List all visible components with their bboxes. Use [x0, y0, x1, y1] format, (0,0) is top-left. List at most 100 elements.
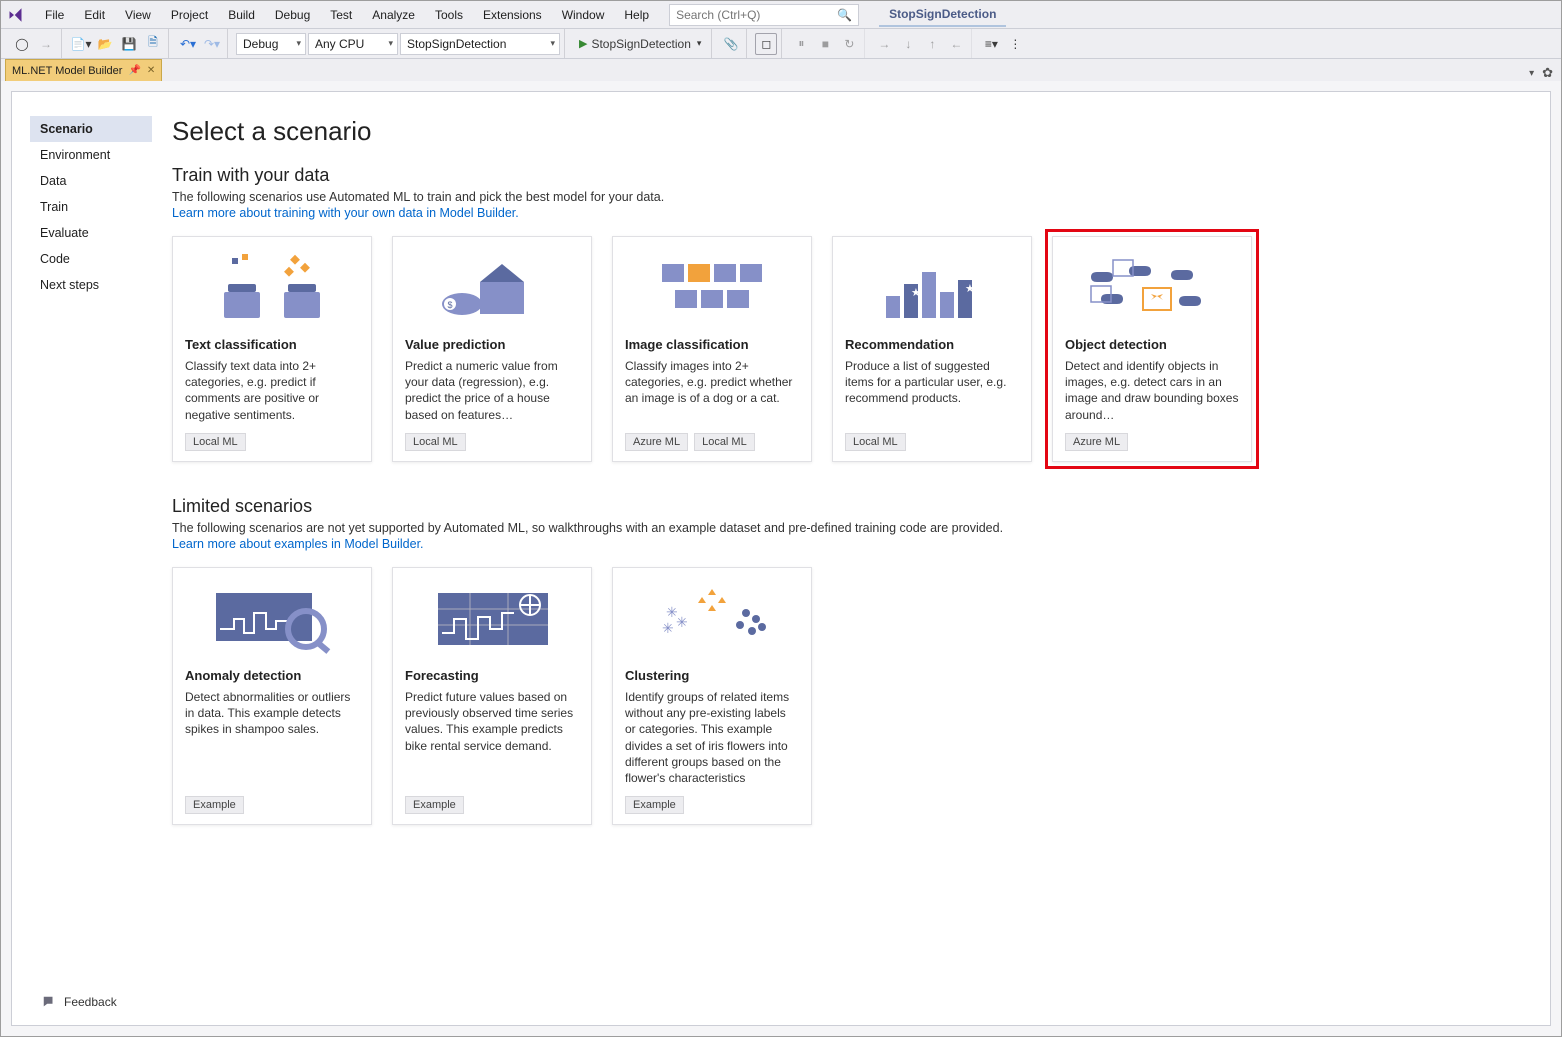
section1-link[interactable]: Learn more about training with your own …	[172, 206, 1520, 220]
scenario-tag: Example	[405, 796, 464, 814]
menu-items: FileEditViewProjectBuildDebugTestAnalyze…	[35, 4, 659, 26]
scenario-card-text-classification[interactable]: Text classificationClassify text data in…	[172, 236, 372, 462]
scenario-tag: Local ML	[405, 433, 466, 451]
scenario-description: Detect abnormalities or outliers in data…	[185, 689, 359, 786]
scenario-card-object-detection[interactable]: Object detectionDetect and identify obje…	[1052, 236, 1252, 462]
close-icon[interactable]: ✕	[147, 65, 155, 76]
svg-text:★: ★	[965, 283, 975, 295]
scenario-card-clustering[interactable]: ✳✳✳ ClusteringIdentify groups of related…	[612, 567, 812, 825]
redo-button[interactable]: ↷▾	[201, 33, 223, 55]
scenario-card-anomaly-detection[interactable]: Anomaly detectionDetect abnormalities or…	[172, 567, 372, 825]
model-builder-page: ScenarioEnvironmentDataTrainEvaluateCode…	[11, 91, 1551, 1026]
new-item-button[interactable]: 📄▾	[70, 33, 92, 55]
document-tab-mlnet[interactable]: ML.NET Model Builder 📌 ✕	[5, 59, 162, 81]
page-heading: Select a scenario	[172, 116, 1520, 147]
section1-title: Train with your data	[172, 165, 1520, 186]
step-back-button: ←	[945, 33, 967, 55]
scenario-description: Predict a numeric value from your data (…	[405, 358, 579, 423]
feedback-label: Feedback	[64, 995, 117, 1009]
start-debugging-button[interactable]: ▶ StopSignDetection ▾	[573, 33, 707, 55]
section2-title: Limited scenarios	[172, 496, 1520, 517]
step-out-button: ↑	[921, 33, 943, 55]
nav-forward-button[interactable]: →	[35, 33, 57, 55]
scenario-tag: Example	[625, 796, 684, 814]
scenario-illustration	[185, 249, 359, 327]
scenario-illustration	[1065, 249, 1239, 327]
step-data[interactable]: Data	[30, 168, 152, 194]
search-icon: 🔍	[837, 8, 852, 22]
main-toolbar: ◯ → 📄▾ 📂 💾 🗎 ↶▾ ↷▾ Debug Any CPU StopSig…	[1, 29, 1561, 59]
scenario-illustration: ✳✳✳	[625, 580, 799, 658]
scenario-content: Select a scenario Train with your data T…	[152, 116, 1550, 1025]
step-code[interactable]: Code	[30, 246, 152, 272]
pin-icon[interactable]: 📌	[128, 65, 140, 76]
menu-build[interactable]: Build	[218, 4, 265, 26]
section2-link[interactable]: Learn more about examples in Model Build…	[172, 537, 1520, 551]
undo-button[interactable]: ↶▾	[177, 33, 199, 55]
toolbox-button-b[interactable]: ⋮	[1004, 33, 1026, 55]
menu-debug[interactable]: Debug	[265, 4, 320, 26]
scenario-illustration	[625, 249, 799, 327]
open-file-button[interactable]: 📂	[94, 33, 116, 55]
scenario-tag: Local ML	[694, 433, 755, 451]
scenario-description: Classify images into 2+ categories, e.g.…	[625, 358, 799, 423]
feedback-link[interactable]: Feedback	[42, 995, 117, 1009]
document-tab-title: ML.NET Model Builder	[12, 65, 122, 77]
scenario-description: Detect and identify objects in images, e…	[1065, 358, 1239, 423]
scenario-tags: Example	[185, 796, 359, 814]
section1-subtitle: The following scenarios use Automated ML…	[172, 190, 1520, 204]
menu-edit[interactable]: Edit	[74, 4, 115, 26]
vs-logo-icon	[7, 5, 27, 25]
document-tab-strip: ML.NET Model Builder 📌 ✕ ▾ ✿	[1, 59, 1561, 81]
scenario-card-forecasting[interactable]: ForecastingPredict future values based o…	[392, 567, 592, 825]
step-next-steps[interactable]: Next steps	[30, 272, 152, 298]
toolbox-button-a[interactable]: ≡▾	[980, 33, 1002, 55]
scenario-tags: Local ML	[405, 433, 579, 451]
menu-view[interactable]: View	[115, 4, 161, 26]
solution-name: StopSignDetection	[879, 3, 1006, 27]
debug-break-button: ⏸	[790, 33, 812, 55]
menu-test[interactable]: Test	[320, 4, 362, 26]
step-evaluate[interactable]: Evaluate	[30, 220, 152, 246]
search-input[interactable]	[676, 8, 837, 22]
scenario-card-image-classification[interactable]: Image classificationClassify images into…	[612, 236, 812, 462]
scenario-title: Recommendation	[845, 337, 1019, 352]
scenario-illustration: $	[405, 249, 579, 327]
menu-extensions[interactable]: Extensions	[473, 4, 552, 26]
live-share-button[interactable]: ◻	[755, 33, 777, 55]
scenario-tags: Example	[405, 796, 579, 814]
attach-button[interactable]: 📎	[720, 33, 742, 55]
menu-project[interactable]: Project	[161, 4, 218, 26]
platform-dropdown[interactable]: Any CPU	[308, 33, 398, 55]
menu-window[interactable]: Window	[552, 4, 615, 26]
editor-area: ScenarioEnvironmentDataTrainEvaluateCode…	[1, 81, 1561, 1036]
scenario-description: Classify text data into 2+ categories, e…	[185, 358, 359, 423]
scenario-tag: Local ML	[845, 433, 906, 451]
scenario-tags: Example	[625, 796, 799, 814]
step-scenario[interactable]: Scenario	[30, 116, 152, 142]
save-button[interactable]: 💾	[118, 33, 140, 55]
tab-overflow-dropdown-icon[interactable]: ▾	[1529, 68, 1534, 79]
scenario-illustration	[405, 580, 579, 658]
menu-help[interactable]: Help	[614, 4, 659, 26]
quick-launch-search[interactable]: 🔍	[669, 4, 859, 26]
menu-analyze[interactable]: Analyze	[362, 4, 425, 26]
svg-text:$: $	[447, 300, 452, 310]
debug-stop-button: ■	[814, 33, 836, 55]
configuration-dropdown[interactable]: Debug	[236, 33, 306, 55]
menu-tools[interactable]: Tools	[425, 4, 473, 26]
svg-text:✳: ✳	[662, 620, 674, 636]
feedback-icon	[42, 995, 56, 1009]
steps-nav: ScenarioEnvironmentDataTrainEvaluateCode…	[12, 116, 152, 1025]
save-all-button[interactable]: 🗎	[142, 33, 164, 55]
step-environment[interactable]: Environment	[30, 142, 152, 168]
startup-project-dropdown[interactable]: StopSignDetection	[400, 33, 560, 55]
menu-file[interactable]: File	[35, 4, 74, 26]
limited-cards-row: Anomaly detectionDetect abnormalities or…	[172, 567, 1520, 825]
scenario-card-recommendation[interactable]: ★★RecommendationProduce a list of sugges…	[832, 236, 1032, 462]
step-train[interactable]: Train	[30, 194, 152, 220]
scenario-card-value-prediction[interactable]: $ Value prediction Predict a numeric value…	[392, 236, 592, 462]
scenario-title: Value prediction	[405, 337, 579, 352]
nav-back-button[interactable]: ◯	[11, 33, 33, 55]
tab-settings-icon[interactable]: ✿	[1542, 65, 1553, 81]
